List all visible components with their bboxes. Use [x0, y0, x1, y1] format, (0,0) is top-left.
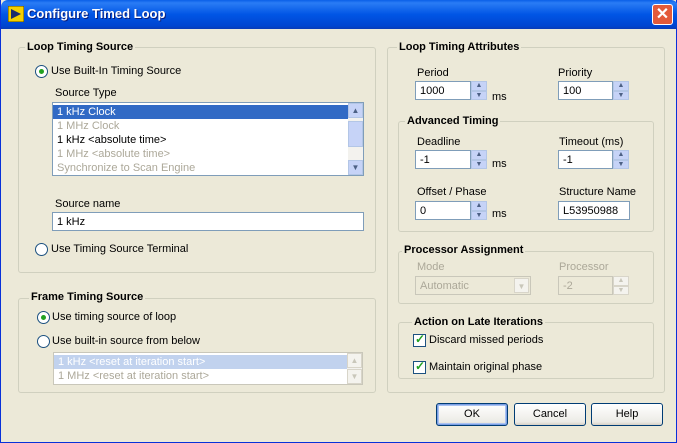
period-unit: ms	[492, 91, 507, 103]
use-builtin-source-label[interactable]: Use built-in source from below	[52, 335, 200, 347]
title-bar[interactable]: Configure Timed Loop ✕	[1, 0, 677, 29]
maintain-phase-label[interactable]: Maintain original phase	[429, 361, 542, 373]
maintain-phase-checkbox[interactable]	[413, 359, 426, 374]
scroll-down-icon[interactable]: ▼	[347, 369, 362, 384]
processor-field[interactable]: -2	[558, 276, 613, 295]
offset-phase-label: Offset / Phase	[417, 186, 487, 198]
list-item[interactable]: Synchronize to Scan Engine	[53, 161, 363, 175]
source-name-label: Source name	[55, 198, 121, 210]
loop-timing-attributes-title: Loop Timing Attributes	[397, 41, 522, 53]
scroll-up-icon[interactable]: ▲	[347, 353, 362, 368]
labview-app-icon	[8, 6, 24, 22]
advanced-timing-title: Advanced Timing	[405, 115, 501, 127]
loop-timing-source-title: Loop Timing Source	[25, 41, 136, 53]
priority-field[interactable]: 100	[558, 81, 613, 100]
window-title: Configure Timed Loop	[27, 6, 166, 21]
use-terminal-radio[interactable]	[35, 243, 48, 256]
dialog-window: Configure Timed Loop ✕ Loop Timing Sourc…	[0, 0, 677, 443]
mode-select[interactable]: Automatic ▼	[415, 276, 531, 295]
source-name-field[interactable]: 1 kHz	[52, 212, 364, 231]
deadline-field[interactable]: -1	[415, 150, 471, 169]
priority-label: Priority	[558, 67, 593, 79]
offset-phase-unit: ms	[492, 208, 507, 220]
source-type-list[interactable]: 1 kHz Clock 1 MHz Clock 1 kHz <absolute …	[52, 102, 364, 176]
use-builtin-timing-label[interactable]: Use Built-In Timing Source	[51, 65, 181, 77]
chevron-down-icon[interactable]: ▼	[514, 278, 529, 293]
offset-phase-stepper[interactable]: ▲ ▼	[471, 201, 487, 220]
mode-value: Automatic	[420, 280, 469, 292]
period-label: Period	[417, 67, 449, 79]
scroll-down-icon[interactable]: ▼	[348, 160, 363, 175]
processor-assignment-title: Processor Assignment	[402, 244, 526, 256]
deadline-unit: ms	[492, 158, 507, 170]
period-stepper[interactable]: ▲ ▼	[471, 81, 487, 100]
list-item[interactable]: 1 MHz <absolute time>	[53, 147, 363, 161]
close-button[interactable]: ✕	[652, 4, 673, 25]
processor-stepper[interactable]: ▲ ▼	[613, 276, 629, 295]
frame-timing-source-title: Frame Timing Source	[29, 291, 146, 303]
ok-button[interactable]: OK	[436, 403, 508, 426]
timeout-field[interactable]: -1	[558, 150, 613, 169]
use-builtin-timing-radio[interactable]	[35, 65, 48, 78]
timeout-label: Timeout (ms)	[559, 136, 624, 148]
cancel-button[interactable]: Cancel	[514, 403, 586, 426]
structure-name-field[interactable]: L53950988	[558, 201, 630, 220]
deadline-label: Deadline	[417, 136, 461, 148]
source-type-label: Source Type	[55, 87, 117, 99]
deadline-stepper[interactable]: ▲ ▼	[471, 150, 487, 169]
list-item[interactable]: 1 MHz <reset at iteration start>	[54, 369, 362, 383]
scroll-thumb[interactable]	[348, 121, 363, 147]
structure-name-label: Structure Name	[559, 186, 637, 198]
frame-source-list[interactable]: 1 kHz <reset at iteration start> 1 MHz <…	[53, 352, 363, 385]
help-button[interactable]: Help	[591, 403, 663, 426]
list-item[interactable]: 1 MHz Clock	[53, 119, 363, 133]
use-loop-source-radio[interactable]	[37, 311, 50, 324]
use-loop-source-label[interactable]: Use timing source of loop	[52, 311, 176, 323]
use-terminal-label[interactable]: Use Timing Source Terminal	[51, 243, 188, 255]
timeout-stepper[interactable]: ▲ ▼	[613, 150, 629, 169]
list-item[interactable]: 1 kHz <absolute time>	[53, 133, 363, 147]
processor-label: Processor	[559, 261, 609, 273]
list-item[interactable]: 1 kHz <reset at iteration start>	[54, 355, 362, 369]
frame-source-scrollbar[interactable]: ▲ ▼	[347, 353, 362, 384]
priority-stepper[interactable]: ▲ ▼	[613, 81, 629, 100]
discard-missed-checkbox[interactable]	[413, 332, 426, 347]
mode-label: Mode	[417, 261, 445, 273]
period-field[interactable]: 1000	[415, 81, 471, 100]
scroll-up-icon[interactable]: ▲	[348, 103, 363, 118]
list-item[interactable]: 1 kHz Clock	[53, 105, 363, 119]
use-builtin-source-radio[interactable]	[37, 335, 50, 348]
offset-phase-field[interactable]: 0	[415, 201, 471, 220]
discard-missed-label[interactable]: Discard missed periods	[429, 334, 543, 346]
source-type-scrollbar[interactable]: ▲ ▼	[348, 103, 363, 175]
late-iterations-title: Action on Late Iterations	[412, 316, 545, 328]
